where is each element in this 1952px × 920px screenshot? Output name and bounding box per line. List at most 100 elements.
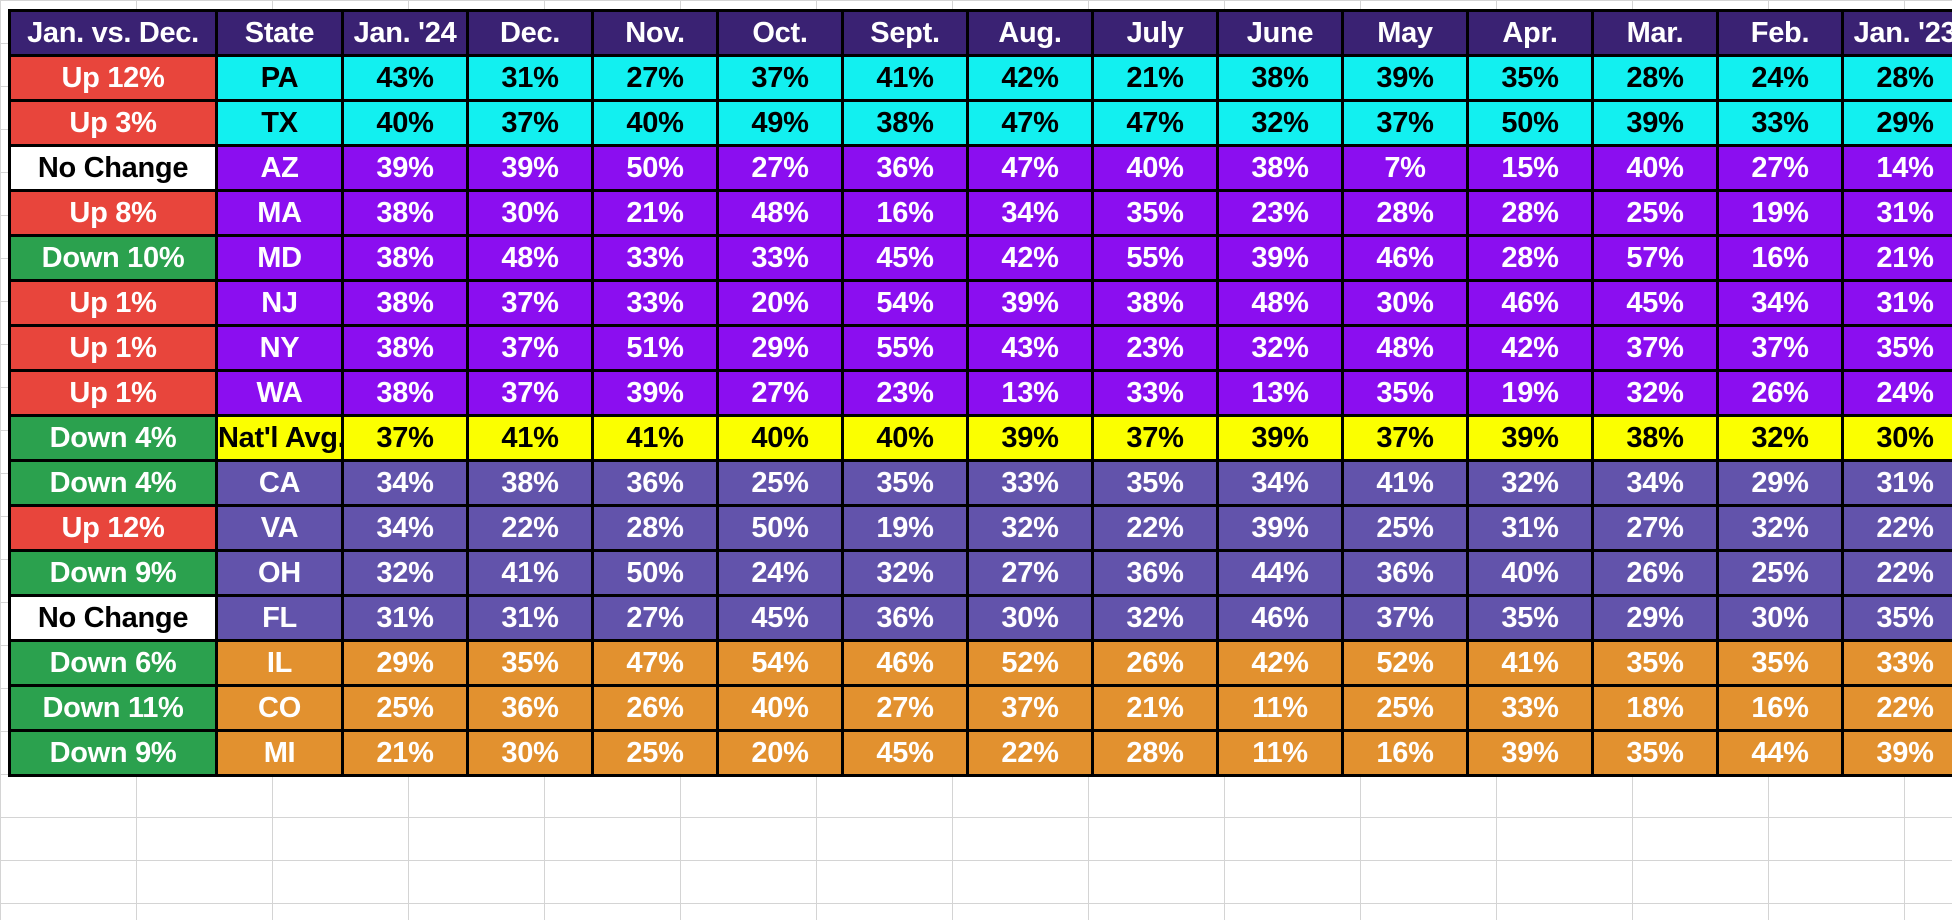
- value-cell[interactable]: 37%: [966, 684, 1094, 732]
- value-cell[interactable]: 28%: [1466, 234, 1594, 282]
- value-cell[interactable]: 23%: [841, 369, 969, 417]
- value-cell[interactable]: 38%: [341, 279, 469, 327]
- value-cell[interactable]: 24%: [716, 549, 844, 597]
- value-cell[interactable]: 36%: [591, 459, 719, 507]
- value-cell[interactable]: 30%: [1716, 594, 1844, 642]
- value-cell[interactable]: 11%: [1216, 684, 1344, 732]
- value-cell[interactable]: 33%: [1716, 99, 1844, 147]
- value-cell[interactable]: 57%: [1591, 234, 1719, 282]
- value-cell[interactable]: 35%: [841, 459, 969, 507]
- value-cell[interactable]: 27%: [716, 369, 844, 417]
- value-cell[interactable]: 37%: [1341, 594, 1469, 642]
- value-cell[interactable]: 26%: [1091, 639, 1219, 687]
- value-cell[interactable]: 27%: [1716, 144, 1844, 192]
- value-cell[interactable]: 32%: [1716, 504, 1844, 552]
- value-cell[interactable]: 34%: [341, 504, 469, 552]
- column-header-month-13[interactable]: Jan. '23: [1841, 9, 1952, 57]
- value-cell[interactable]: 39%: [1216, 504, 1344, 552]
- value-cell[interactable]: 50%: [1466, 99, 1594, 147]
- value-cell[interactable]: 25%: [591, 729, 719, 777]
- value-cell[interactable]: 21%: [1091, 684, 1219, 732]
- value-cell[interactable]: 14%: [1841, 144, 1952, 192]
- value-cell[interactable]: 50%: [591, 549, 719, 597]
- value-cell[interactable]: 35%: [1466, 594, 1594, 642]
- value-cell[interactable]: 49%: [716, 99, 844, 147]
- value-cell[interactable]: 39%: [1341, 54, 1469, 102]
- value-cell[interactable]: 38%: [1091, 279, 1219, 327]
- change-cell[interactable]: Down 10%: [8, 234, 218, 282]
- change-cell[interactable]: Up 1%: [8, 324, 218, 372]
- column-header-month-9[interactable]: May: [1341, 9, 1469, 57]
- table-row[interactable]: Up 1% NJ 38% 37% 33% 20% 54% 39% 38% 48% 30% 46% 45%…: [8, 279, 1952, 327]
- value-cell[interactable]: 28%: [1841, 54, 1952, 102]
- state-cell[interactable]: MI: [215, 729, 344, 777]
- value-cell[interactable]: 19%: [1466, 369, 1594, 417]
- value-cell[interactable]: 13%: [966, 369, 1094, 417]
- table-row[interactable]: No Change AZ 39% 39% 50% 27% 36% 47% 40% 38% 7% 15%…: [8, 144, 1952, 192]
- change-cell[interactable]: Up 12%: [8, 504, 218, 552]
- value-cell[interactable]: 21%: [341, 729, 469, 777]
- value-cell[interactable]: 54%: [716, 639, 844, 687]
- value-cell[interactable]: 39%: [591, 369, 719, 417]
- value-cell[interactable]: 32%: [1091, 594, 1219, 642]
- value-cell[interactable]: 21%: [591, 189, 719, 237]
- value-cell[interactable]: 40%: [716, 414, 844, 462]
- value-cell[interactable]: 50%: [591, 144, 719, 192]
- change-cell[interactable]: Up 8%: [8, 189, 218, 237]
- value-cell[interactable]: 47%: [1091, 99, 1219, 147]
- spreadsheet-canvas[interactable]: Jan. vs. Dec. State Jan. '24 Dec. Nov. Oct. Se…: [0, 0, 1952, 920]
- value-cell[interactable]: 55%: [841, 324, 969, 372]
- value-cell[interactable]: 38%: [341, 234, 469, 282]
- state-cell[interactable]: MA: [215, 189, 344, 237]
- value-cell[interactable]: 44%: [1216, 549, 1344, 597]
- value-cell[interactable]: 22%: [1841, 504, 1952, 552]
- value-cell[interactable]: 46%: [1216, 594, 1344, 642]
- value-cell[interactable]: 46%: [1341, 234, 1469, 282]
- value-cell[interactable]: 35%: [1841, 594, 1952, 642]
- value-cell[interactable]: 27%: [591, 594, 719, 642]
- column-header-month-12[interactable]: Feb.: [1716, 9, 1844, 57]
- value-cell[interactable]: 40%: [841, 414, 969, 462]
- value-cell[interactable]: 39%: [1591, 99, 1719, 147]
- value-cell[interactable]: 22%: [1091, 504, 1219, 552]
- value-cell[interactable]: 25%: [1716, 549, 1844, 597]
- change-cell[interactable]: Up 1%: [8, 279, 218, 327]
- change-cell[interactable]: Down 4%: [8, 459, 218, 507]
- change-cell[interactable]: Down 6%: [8, 639, 218, 687]
- change-cell[interactable]: Up 3%: [8, 99, 218, 147]
- value-cell[interactable]: 31%: [341, 594, 469, 642]
- value-cell[interactable]: 33%: [966, 459, 1094, 507]
- value-cell[interactable]: 48%: [1216, 279, 1344, 327]
- value-cell[interactable]: 33%: [716, 234, 844, 282]
- value-cell[interactable]: 28%: [1341, 189, 1469, 237]
- value-cell[interactable]: 48%: [1341, 324, 1469, 372]
- value-cell[interactable]: 35%: [1091, 459, 1219, 507]
- value-cell[interactable]: 26%: [1716, 369, 1844, 417]
- value-cell[interactable]: 18%: [1591, 684, 1719, 732]
- value-cell[interactable]: 38%: [341, 189, 469, 237]
- value-cell[interactable]: 22%: [1841, 684, 1952, 732]
- column-header-month-8[interactable]: June: [1216, 9, 1344, 57]
- state-cell[interactable]: Nat'l Avg.: [215, 414, 344, 462]
- value-cell[interactable]: 27%: [716, 144, 844, 192]
- value-cell[interactable]: 45%: [841, 729, 969, 777]
- value-cell[interactable]: 11%: [1216, 729, 1344, 777]
- column-header-month-11[interactable]: Mar.: [1591, 9, 1719, 57]
- value-cell[interactable]: 33%: [1091, 369, 1219, 417]
- value-cell[interactable]: 30%: [466, 729, 594, 777]
- value-cell[interactable]: 38%: [341, 369, 469, 417]
- value-cell[interactable]: 39%: [341, 144, 469, 192]
- value-cell[interactable]: 30%: [1341, 279, 1469, 327]
- column-header-month-3[interactable]: Nov.: [591, 9, 719, 57]
- value-cell[interactable]: 37%: [1341, 414, 1469, 462]
- value-cell[interactable]: 16%: [841, 189, 969, 237]
- state-cell[interactable]: AZ: [215, 144, 344, 192]
- value-cell[interactable]: 55%: [1091, 234, 1219, 282]
- value-cell[interactable]: 45%: [841, 234, 969, 282]
- state-cell[interactable]: MD: [215, 234, 344, 282]
- value-cell[interactable]: 16%: [1716, 234, 1844, 282]
- value-cell[interactable]: 25%: [1341, 504, 1469, 552]
- value-cell[interactable]: 35%: [1591, 639, 1719, 687]
- state-cell[interactable]: PA: [215, 54, 344, 102]
- value-cell[interactable]: 28%: [1591, 54, 1719, 102]
